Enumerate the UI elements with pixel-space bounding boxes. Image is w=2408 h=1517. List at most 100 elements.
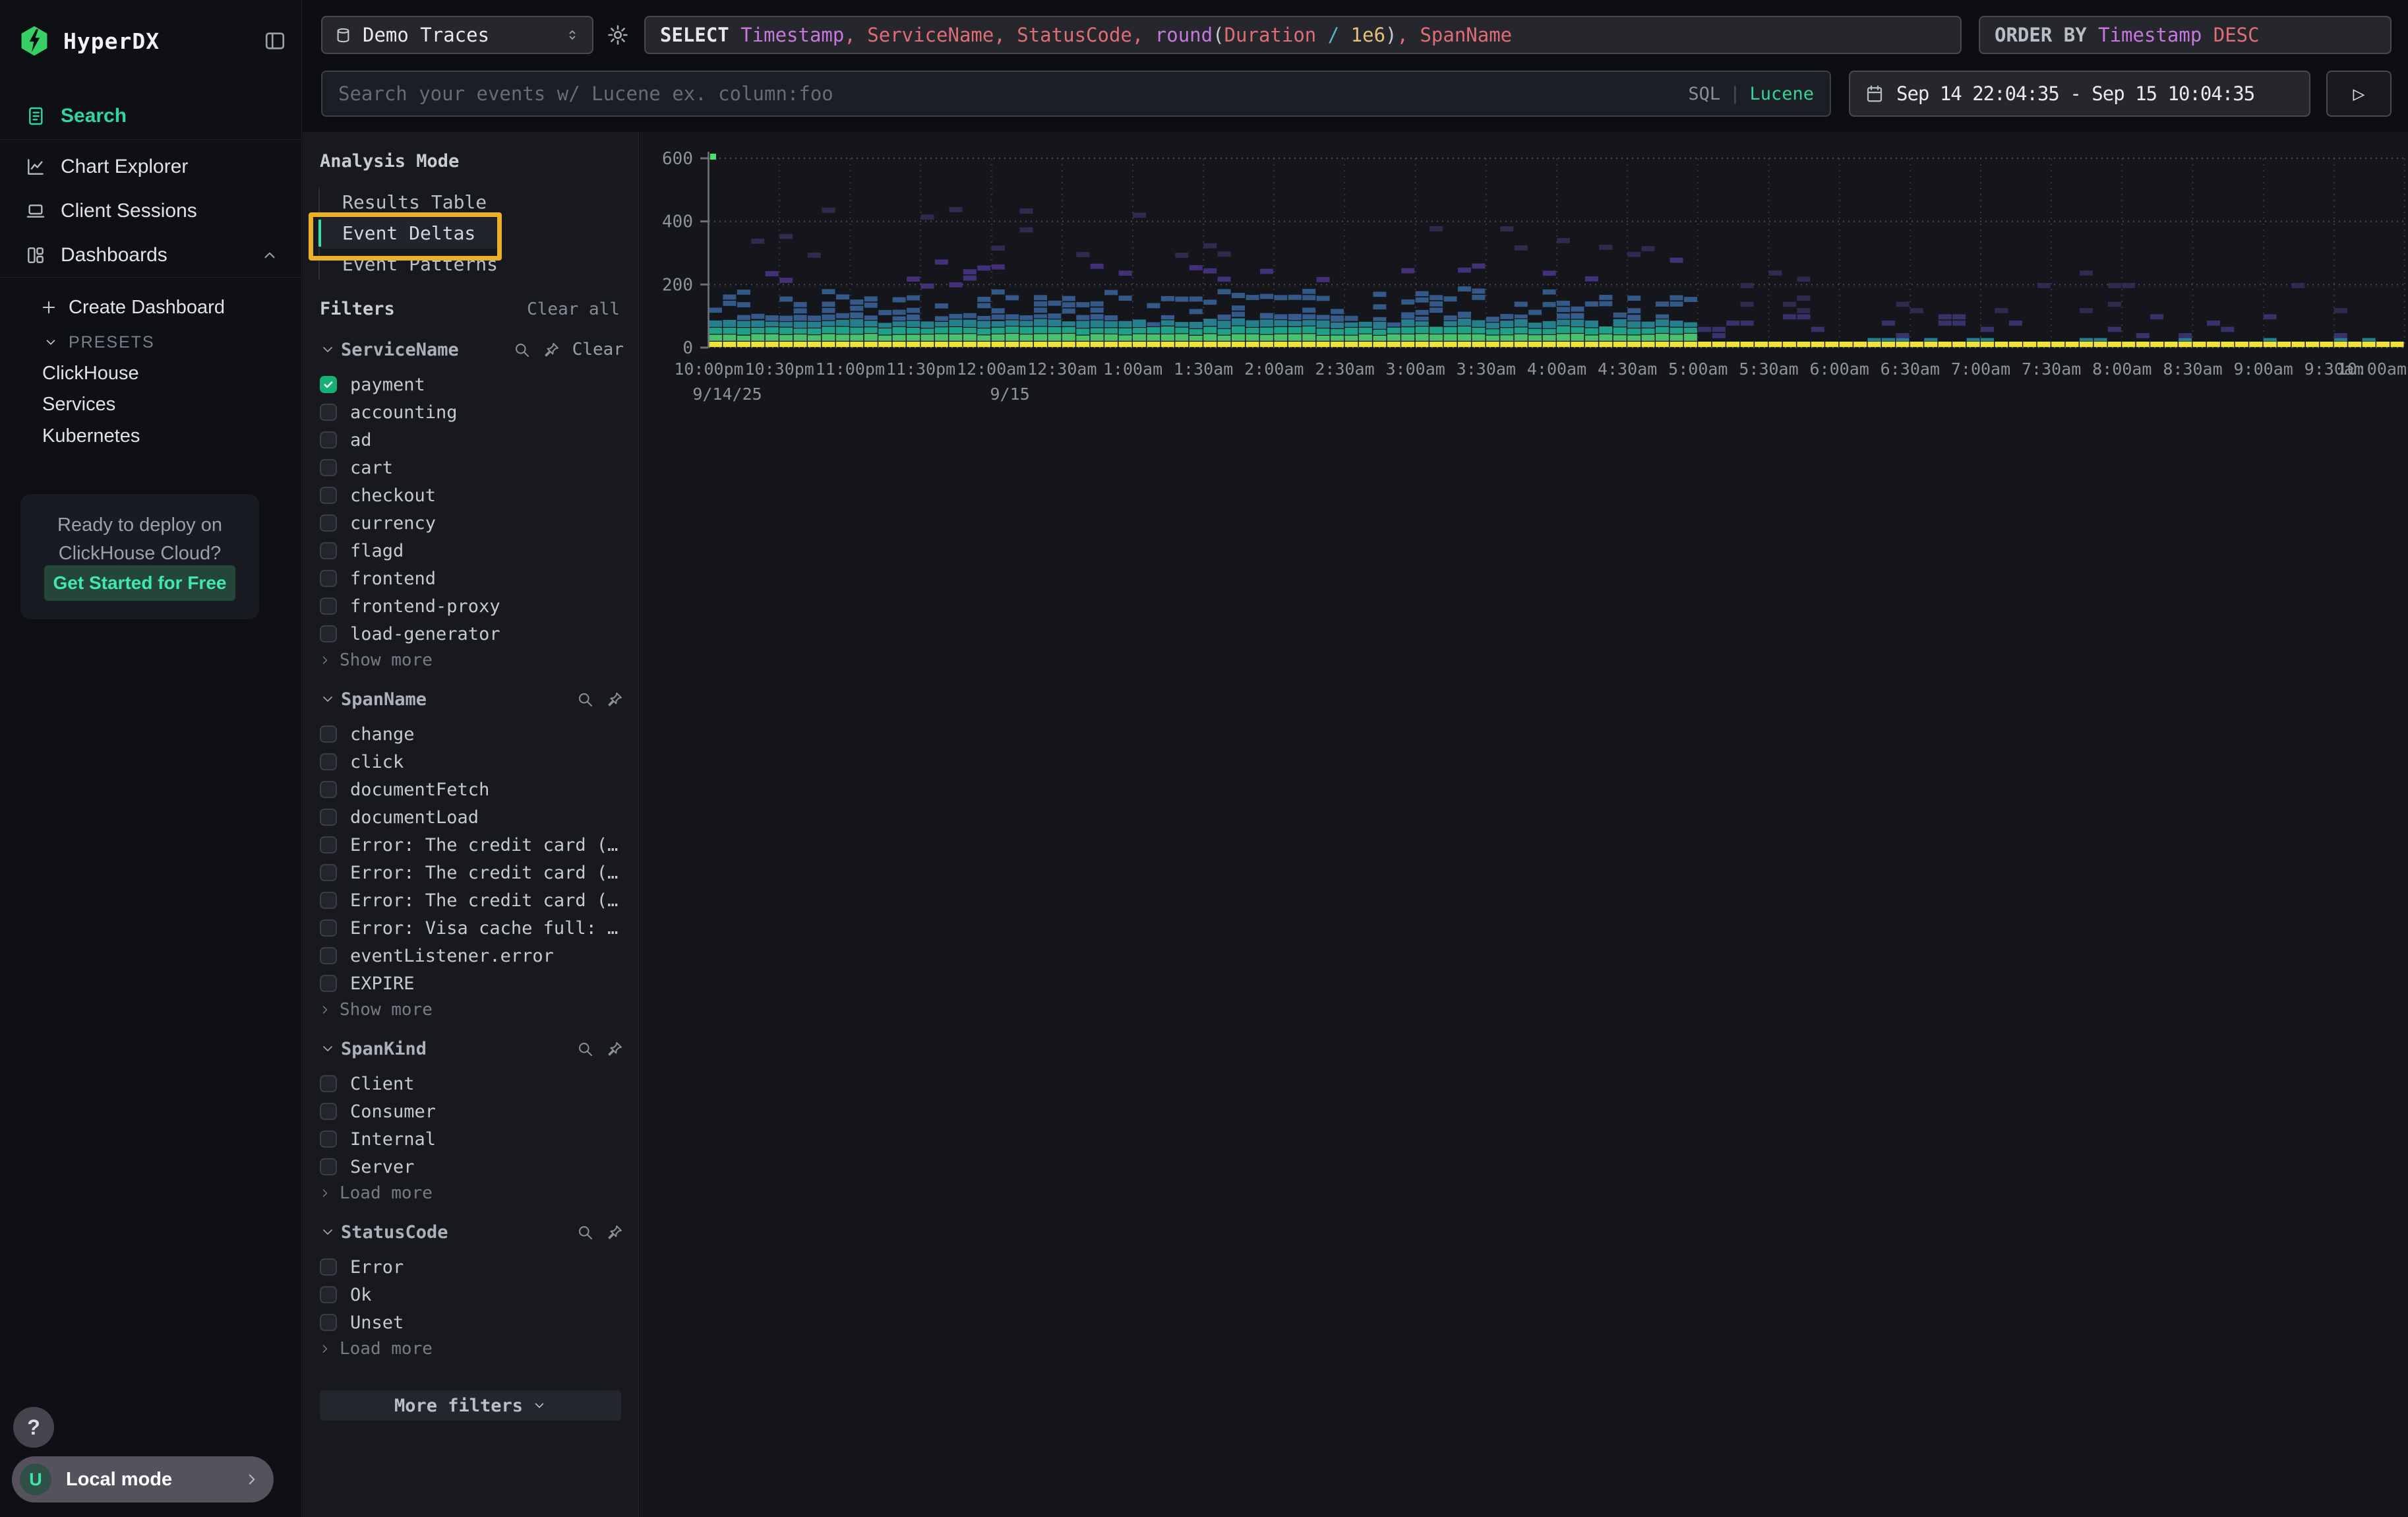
sidebar-subitem-presets[interactable]: PRESETS [0,327,302,357]
data-source-select[interactable]: Demo Traces [321,16,593,54]
filter-option-internal[interactable]: Internal [303,1125,638,1153]
filter-group-header-servicename[interactable]: ServiceNameClear [320,340,624,359]
checkbox[interactable] [320,809,337,826]
checkbox[interactable] [320,864,337,881]
user-menu[interactable]: U Local mode [12,1456,274,1502]
filter-group-header-spanname[interactable]: SpanName [320,690,624,708]
filter-option-accounting[interactable]: accounting [303,398,638,426]
filter-option-error-the-credit-card-[interactable]: Error: The credit card (… [303,831,638,859]
pin-icon[interactable] [606,1223,624,1241]
checkbox[interactable] [320,1286,337,1303]
pin-icon[interactable] [606,1040,624,1058]
filter-option-unset[interactable]: Unset [303,1309,638,1336]
filter-option-server[interactable]: Server [303,1153,638,1181]
checkbox[interactable] [320,514,337,532]
sidebar-item-client-sessions[interactable]: Client Sessions [0,195,302,227]
more-filters-button[interactable]: More filters [320,1390,621,1421]
order-by-input[interactable]: ORDER BY Timestamp DESC [1979,16,2392,54]
checkbox[interactable] [320,542,337,559]
filter-option-error[interactable]: Error [303,1253,638,1281]
filter-option-documentfetch[interactable]: documentFetch [303,776,638,803]
show-more-statuscode[interactable]: Load more [303,1336,638,1361]
search-input[interactable]: Search your events w/ Lucene ex. column:… [321,71,1831,117]
sidebar-subitem-create-dashboard[interactable]: Create Dashboard [0,292,302,323]
filter-option-frontend-proxy[interactable]: frontend-proxy [303,592,638,620]
filter-option-flagd[interactable]: flagd [303,537,638,565]
filter-option-ok[interactable]: Ok [303,1281,638,1309]
checkbox[interactable] [320,1103,337,1120]
checkbox[interactable] [320,975,337,992]
run-query-button[interactable]: ▷ [2326,71,2392,117]
filter-group-header-spankind[interactable]: SpanKind [320,1039,624,1058]
checkbox[interactable] [320,919,337,937]
help-button[interactable]: ? [13,1407,54,1448]
sidebar-item-chart-explorer[interactable]: Chart Explorer [0,151,302,183]
checkbox[interactable] [320,570,337,587]
checkbox[interactable] [320,753,337,770]
clear-group-button[interactable]: Clear [572,340,624,359]
pin-icon[interactable] [606,691,624,708]
clear-all-button[interactable]: Clear all [527,299,620,319]
checkbox[interactable] [320,1075,337,1092]
filter-option-error-the-credit-card-[interactable]: Error: The credit card (… [303,886,638,914]
filter-option-change[interactable]: change [303,720,638,748]
date-range-picker[interactable]: Sep 14 22:04:35 - Sep 15 10:04:35 [1849,71,2310,117]
analysis-mode-event-patterns[interactable]: Event Patterns [318,249,498,280]
sql-mode-button[interactable]: SQL [1688,84,1720,104]
checkbox[interactable] [320,404,337,421]
checkbox[interactable] [320,431,337,449]
filter-group-header-statuscode[interactable]: StatusCode [320,1223,624,1241]
sidebar-collapse-icon[interactable] [263,29,287,53]
filter-option-load-generator[interactable]: load-generator [303,620,638,648]
filter-option-checkout[interactable]: checkout [303,481,638,509]
lucene-mode-button[interactable]: Lucene [1749,84,1814,104]
sql-select-input[interactable]: SELECT Timestamp, ServiceName, StatusCod… [644,16,1962,54]
search-icon[interactable] [576,1223,594,1241]
checkbox[interactable] [320,726,337,743]
show-more-spankind[interactable]: Load more [303,1181,638,1206]
filter-group-name: SpanKind [341,1039,427,1059]
filter-option-frontend[interactable]: frontend [303,565,638,592]
get-started-button[interactable]: Get Started for Free [44,565,235,601]
sidebar-item-search[interactable]: Search [0,100,302,132]
checkbox[interactable] [320,1258,337,1276]
search-icon[interactable] [576,691,594,708]
filter-option-error-visa-cache-full-[interactable]: Error: Visa cache full: … [303,914,638,942]
pin-icon[interactable] [543,341,560,359]
filter-option-payment[interactable]: payment [303,371,638,398]
sidebar-item-dashboards[interactable]: Dashboards [0,239,302,271]
checkbox[interactable] [320,598,337,615]
checkbox[interactable] [320,459,337,476]
filter-option-consumer[interactable]: Consumer [303,1098,638,1125]
analysis-mode-event-deltas[interactable]: Event Deltas [318,218,498,249]
checkbox[interactable] [320,781,337,798]
source-settings-button[interactable] [601,18,635,52]
filter-option-click[interactable]: click [303,748,638,776]
checkbox[interactable] [320,1314,337,1331]
filter-option-expire[interactable]: EXPIRE [303,970,638,997]
svg-text:8:00am: 8:00am [2092,359,2152,379]
checkbox[interactable] [320,487,337,504]
filter-option-client[interactable]: Client [303,1070,638,1098]
sidebar-subitem-kubernetes[interactable]: Kubernetes [0,421,302,451]
filter-option-documentload[interactable]: documentLoad [303,803,638,831]
show-more-spanname[interactable]: Show more [303,997,638,1022]
search-icon[interactable] [576,1040,594,1058]
sidebar-subitem-services[interactable]: Services [0,389,302,419]
checkbox[interactable] [320,947,337,964]
filter-option-eventlistener-error[interactable]: eventListener.error [303,942,638,970]
search-icon[interactable] [513,341,531,359]
checkbox[interactable] [320,625,337,642]
filter-option-error-the-credit-card-[interactable]: Error: The credit card (… [303,859,638,886]
checkbox[interactable] [320,836,337,853]
checkbox[interactable] [320,1158,337,1175]
filter-option-cart[interactable]: cart [303,454,638,481]
checkbox[interactable] [320,1130,337,1148]
analysis-mode-results-table[interactable]: Results Table [318,187,498,218]
checkbox[interactable] [320,892,337,909]
checkbox[interactable] [320,376,337,393]
show-more-servicename[interactable]: Show more [303,648,638,673]
filter-option-currency[interactable]: currency [303,509,638,537]
filter-option-ad[interactable]: ad [303,426,638,454]
sidebar-subitem-clickhouse[interactable]: ClickHouse [0,358,302,388]
